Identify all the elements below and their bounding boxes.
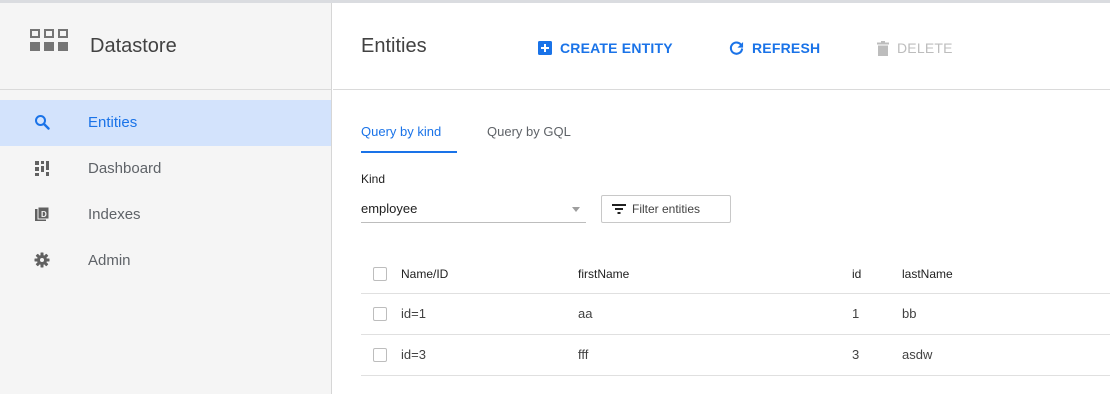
kind-select-value: employee xyxy=(361,201,418,216)
cell-id: 3 xyxy=(852,347,860,362)
cell-firstname: aa xyxy=(578,306,593,321)
sidebar: Datastore Entities Dashboard D Indexes A… xyxy=(0,3,332,394)
indexes-icon: D xyxy=(35,206,50,221)
column-header-id[interactable]: id xyxy=(852,255,902,293)
sidebar-item-label: Admin xyxy=(88,252,131,269)
sidebar-nav: Entities Dashboard D Indexes Admin xyxy=(0,100,331,284)
sidebar-item-label: Dashboard xyxy=(88,160,162,177)
main-content: Entities CREATE ENTITY REFRESH DELETE Qu… xyxy=(333,3,1110,394)
tab-query-by-gql[interactable]: Query by GQL xyxy=(487,124,571,139)
select-all-cell xyxy=(361,255,401,293)
table-header-row: Name/ID firstName id lastName xyxy=(361,255,1110,293)
active-tab-indicator xyxy=(361,151,457,153)
sidebar-header: Datastore xyxy=(0,3,331,90)
datastore-grid-icon xyxy=(30,29,68,51)
sidebar-item-label: Indexes xyxy=(88,206,141,223)
entities-table: Name/ID firstName id lastName id=1 aa 1 … xyxy=(361,255,1110,376)
cell-name-id[interactable]: id=3 xyxy=(401,334,578,375)
filter-entities-button[interactable]: Filter entities xyxy=(601,195,731,223)
sidebar-item-dashboard[interactable]: Dashboard xyxy=(0,146,331,192)
row-select-cell xyxy=(361,334,401,375)
refresh-button[interactable]: REFRESH xyxy=(729,38,820,58)
cell-firstname: fff xyxy=(578,347,589,362)
delete-label: DELETE xyxy=(897,40,953,56)
column-header-lastname[interactable]: lastName xyxy=(902,255,1110,293)
table-row[interactable]: id=1 aa 1 bb xyxy=(361,293,1110,334)
refresh-icon xyxy=(729,40,744,55)
delete-button[interactable]: DELETE xyxy=(877,38,953,58)
column-header-name-id[interactable]: Name/ID xyxy=(401,255,578,293)
filter-entities-label: Filter entities xyxy=(632,202,701,216)
page-title: Entities xyxy=(361,35,427,57)
search-icon xyxy=(35,115,50,130)
column-header-firstname[interactable]: firstName xyxy=(578,255,852,293)
sidebar-item-label: Entities xyxy=(88,114,138,131)
row-checkbox[interactable] xyxy=(373,307,387,322)
sidebar-item-indexes[interactable]: D Indexes xyxy=(0,192,331,238)
create-entity-button[interactable]: CREATE ENTITY xyxy=(538,38,673,58)
gear-icon xyxy=(34,252,50,268)
create-entity-label: CREATE ENTITY xyxy=(560,40,673,56)
table-row[interactable]: id=3 fff 3 asdw xyxy=(361,334,1110,375)
kind-select[interactable]: employee xyxy=(361,197,586,223)
product-title: Datastore xyxy=(90,35,177,57)
cell-lastname: asdw xyxy=(902,347,933,362)
sidebar-item-admin[interactable]: Admin xyxy=(0,238,331,284)
dashboard-icon xyxy=(35,161,49,176)
datastore-console: Datastore Entities Dashboard D Indexes A… xyxy=(0,0,1110,394)
row-select-cell xyxy=(361,293,401,334)
cell-id: 1 xyxy=(852,306,860,321)
kind-label: Kind xyxy=(361,172,386,186)
refresh-label: REFRESH xyxy=(752,40,821,56)
cell-lastname: bb xyxy=(902,306,917,321)
cell-name-id[interactable]: id=1 xyxy=(401,293,578,334)
select-all-checkbox[interactable] xyxy=(373,267,387,282)
chevron-down-icon xyxy=(572,207,580,212)
trash-icon xyxy=(877,40,889,56)
row-checkbox[interactable] xyxy=(373,348,387,363)
toolbar: Entities CREATE ENTITY REFRESH DELETE xyxy=(333,3,1110,90)
svg-text:D: D xyxy=(41,210,47,219)
sidebar-item-entities[interactable]: Entities xyxy=(0,100,331,146)
tab-query-by-kind[interactable]: Query by kind xyxy=(361,124,441,139)
filter-icon xyxy=(612,204,626,214)
add-box-icon xyxy=(538,41,552,55)
